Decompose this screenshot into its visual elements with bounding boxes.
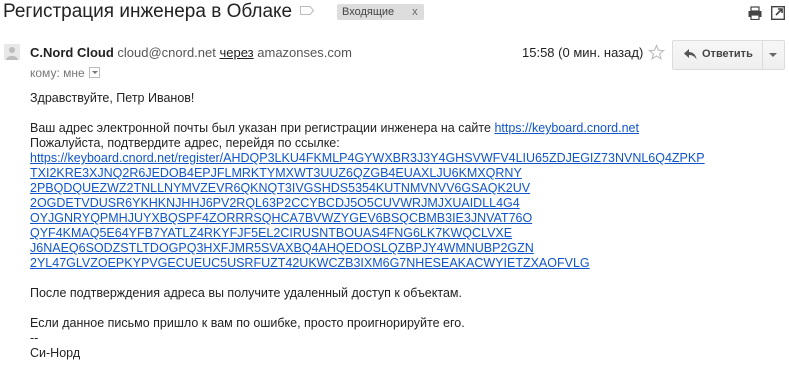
confirm-instruction: Пожалуйста, подтвердите адрес, перейдя п…: [30, 136, 340, 150]
print-icon[interactable]: [748, 6, 762, 20]
confirm-link-line[interactable]: QYF4KMAQ5E64YFB7YATLZ4RKYFJF5EL2CIRUSNTB…: [30, 226, 512, 240]
confirm-link-line[interactable]: TXI2KRE3XJNQ2R6JEDOB4EPJFLMRKTYMXWT3UUZ6…: [30, 166, 522, 180]
mistake-text: Если данное письмо пришло к вам по ошибк…: [30, 316, 465, 330]
recipient-label: кому: мне: [30, 66, 85, 80]
chevron-down-icon: [769, 53, 777, 57]
sender-email: cloud@cnord.net: [117, 45, 216, 60]
after-confirm-text: После подтверждения адреса вы получите у…: [30, 286, 462, 300]
signature-separator: --: [30, 331, 39, 345]
message-time: 15:58 (0 мин. назад): [522, 45, 644, 60]
confirm-link-line[interactable]: OYJGNRYQPMHJUYXBQSPF4ZORRRSQHCA7BVWZYGEV…: [30, 211, 532, 225]
greeting: Здравствуйте, Петр Иванов!: [30, 91, 195, 105]
sender-line: C.Nord Cloud cloud@cnord.net через amazo…: [30, 45, 352, 60]
label-tag-icon[interactable]: [300, 6, 314, 15]
subject-bar: Регистрация инженера в Облаке Входящие x: [0, 0, 789, 26]
reply-arrow-icon: [684, 49, 697, 60]
via-link[interactable]: через: [220, 45, 254, 60]
inbox-label-chip[interactable]: Входящие x: [337, 4, 424, 20]
sender-name[interactable]: C.Nord Cloud: [30, 45, 114, 60]
sender-avatar-icon: [4, 44, 20, 60]
open-in-new-window-icon[interactable]: [771, 6, 785, 20]
star-icon[interactable]: [648, 44, 665, 61]
details-dropdown-icon[interactable]: [88, 67, 100, 78]
site-link[interactable]: https://keyboard.cnord.net: [494, 121, 639, 135]
more-actions-button[interactable]: [763, 41, 784, 69]
remove-label-button[interactable]: x: [412, 6, 418, 18]
reply-button[interactable]: Ответить: [673, 41, 762, 69]
registration-paragraph: Ваш адрес электронной почты был указан п…: [30, 121, 780, 136]
via-domain: amazonses.com: [257, 45, 352, 60]
confirm-link-line[interactable]: J6NAEQ6SODZSTLTDOGPQ3HXFJMR5SVAXBQ4AHQED…: [30, 241, 534, 255]
signature: Си-Норд: [30, 346, 81, 360]
confirm-link-line[interactable]: 2OGDETVDUSR6YKHKNJHHJ6PV2RQL63P2CCYBCDJ5…: [30, 196, 520, 210]
inbox-label-text: Входящие: [342, 6, 395, 18]
email-subject: Регистрация инженера в Облаке: [3, 1, 293, 22]
reply-button-group: Ответить: [672, 40, 785, 70]
confirm-link-line[interactable]: https://keyboard.cnord.net/register/AHDQ…: [30, 151, 705, 165]
confirm-link[interactable]: https://keyboard.cnord.net/register/AHDQ…: [30, 151, 780, 271]
confirm-link-line[interactable]: 2PBQDQUEZWZ2TNLLNYMVZEVR6QKNQT3IVGSHDS53…: [30, 181, 530, 195]
recipient-line[interactable]: кому: мне: [30, 66, 100, 80]
registration-text: Ваш адрес электронной почты был указан п…: [30, 121, 495, 135]
reply-label: Ответить: [702, 48, 753, 60]
message-body: Здравствуйте, Петр Иванов! Ваш адрес эле…: [30, 91, 780, 361]
confirm-link-line[interactable]: 2YL47GLVZOEPKYPVGECUEUC5USRFUZT42UKWCZB3…: [30, 256, 590, 270]
